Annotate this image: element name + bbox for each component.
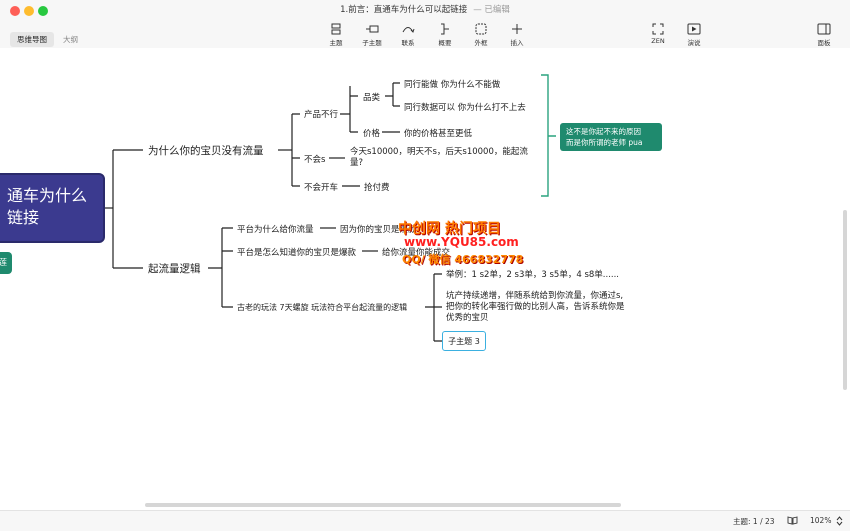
topic-gmv-line3: 优秀的宝贝 [446, 313, 489, 323]
panel-label: 面板 [817, 39, 831, 47]
view-tabs: 思维导图 大纲 [10, 27, 87, 47]
document-title: 1.前言：直通车为什么可以起链接 [340, 5, 468, 15]
summary-button[interactable]: 概要 [429, 23, 461, 47]
topic-not-s[interactable]: 不会s [304, 153, 325, 165]
topic-icon [331, 23, 341, 35]
play-icon [687, 23, 701, 35]
zoom-level[interactable]: 102% [810, 516, 831, 525]
topic-subtopic-3[interactable]: 子主题 3 [442, 331, 486, 351]
panel-button[interactable]: 面板 [808, 23, 840, 47]
plus-icon [512, 24, 522, 34]
topic-7-day-spiral[interactable]: 古老的玩法 7天螺旋 玩法符合平台起流量的逻辑 [237, 302, 407, 313]
topic-gmv-growth[interactable]: 坑产持续递增，伴随系统给到你流量，你通过s, 把你的转化率强行做的比别人高，告诉… [446, 291, 625, 324]
topic-gmv-line2: 把你的转化率强行做的比别人高，告诉系统你是 [446, 302, 625, 312]
central-topic-line1: 通车为什么 [7, 186, 88, 205]
present-button[interactable]: 演说 [678, 23, 710, 47]
topic-gmv-line1: 坑产持续递增，伴随系统给到你流量，你通过s, [446, 291, 624, 301]
subtopic-icon [366, 25, 379, 33]
summary-bracket [541, 74, 556, 197]
boundary-icon [475, 23, 487, 35]
app-window: 1.前言：直通车为什么可以起链接 — 已编辑 思维导图 大纲 主题 子主题 联系 概… [0, 0, 850, 531]
topic-no-ads[interactable]: 不会开车 [304, 181, 338, 193]
outline-book-icon[interactable] [787, 516, 798, 527]
zen-button[interactable]: ZEN [642, 23, 674, 45]
summary-label: 概要 [438, 39, 452, 47]
boundary-label: 外框 [474, 39, 488, 47]
topic-paid-traffic[interactable]: 抢付费 [364, 181, 390, 193]
vertical-scrollbar[interactable] [843, 210, 847, 390]
topic-button[interactable]: 主题 [320, 23, 352, 47]
tab-mindmap[interactable]: 思维导图 [10, 32, 54, 47]
edit-status: — 已编辑 [473, 5, 510, 15]
status-bar: 主题: 1 / 23 102% [0, 510, 850, 531]
window-title: 1.前言：直通车为什么可以起链接 — 已编辑 [0, 3, 850, 15]
title-bar: 1.前言：直通车为什么可以起链接 — 已编辑 思维导图 大纲 主题 子主题 联系 概… [0, 0, 850, 49]
central-topic[interactable]: 通车为什么 链接 [0, 173, 105, 243]
topic-product[interactable]: 产品不行 [304, 108, 338, 120]
relation-button[interactable]: 联系 [392, 23, 424, 47]
topic-why-platform[interactable]: 平台为什么给你流量 [237, 223, 314, 235]
insert-label: 插入 [510, 39, 524, 47]
topic-price-lower[interactable]: 你的价格甚至更低 [404, 127, 472, 139]
topic-not-s-line1: 今天s10000，明天不s，后天s10000，能起流 [350, 147, 528, 157]
branch-traffic-logic[interactable]: 起流量逻辑 [148, 261, 201, 276]
topic-not-s-detail[interactable]: 今天s10000，明天不s，后天s10000，能起流 量? [350, 147, 528, 169]
branch-why-no-traffic[interactable]: 为什么你的宝贝没有流量 [148, 143, 264, 158]
topic-category-data[interactable]: 同行数据可以 你为什么打不上去 [404, 101, 526, 113]
summary-topic[interactable]: 这不是你起不来的原因 而是你所谓的老师 pua [560, 123, 662, 151]
topic-count: 主题: 1 / 23 [733, 517, 775, 526]
connector-lines [105, 74, 556, 342]
present-label: 演说 [687, 39, 701, 47]
topic-category[interactable]: 品类 [363, 91, 380, 103]
topic-how-platform-knows[interactable]: 平台是怎么知道你的宝贝是爆款 [237, 246, 356, 258]
horizontal-scrollbar[interactable] [145, 503, 621, 507]
summary-icon [441, 23, 449, 35]
relation-icon [402, 27, 415, 33]
summary-line2: 而是你所谓的老师 pua [566, 138, 643, 147]
insert-button[interactable]: 插入 [501, 23, 533, 47]
relation-label: 联系 [401, 39, 415, 47]
zoom-stepper-icon[interactable] [836, 516, 843, 528]
subtopic-button[interactable]: 子主题 [356, 23, 388, 47]
watermark-line2: www.YQU85.com [404, 235, 519, 249]
zen-label: ZEN [651, 37, 665, 45]
subtopic-label: 子主题 [362, 39, 382, 47]
topic-category-peers[interactable]: 同行能做 你为什么不能做 [404, 78, 500, 90]
central-topic-line2: 链接 [7, 208, 40, 227]
topic-not-s-line2: 量? [350, 158, 364, 168]
topic-label: 主题 [329, 39, 343, 47]
topic-example[interactable]: 举例：1 s2单，2 s3单，3 s5单，4 s8单...... [446, 268, 619, 280]
mindmap-canvas[interactable]: 通车为什么 链接 莲 为什么你的宝贝没有流量 产品不行 品类 同行能做 你为什么… [0, 48, 850, 510]
panel-icon [817, 23, 831, 35]
cut-off-topic[interactable]: 莲 [0, 252, 12, 274]
topic-price[interactable]: 价格 [363, 127, 380, 139]
boundary-button[interactable]: 外框 [465, 23, 497, 47]
summary-line1: 这不是你起不来的原因 [566, 127, 641, 136]
tab-outline[interactable]: 大纲 [56, 32, 85, 47]
watermark-line3: QQ/ 微信 466832778 [402, 253, 524, 266]
zen-icon [652, 23, 664, 35]
